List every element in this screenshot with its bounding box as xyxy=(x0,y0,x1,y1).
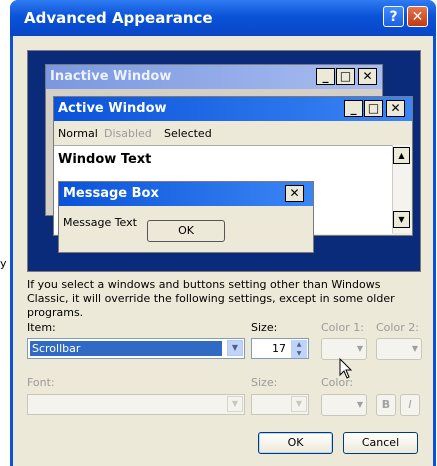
menu-selected: Selected xyxy=(164,127,212,140)
color1-picker[interactable]: ▼ xyxy=(321,338,367,360)
item-dropdown[interactable]: Scrollbar ▼ xyxy=(27,338,245,359)
window-text: Window Text xyxy=(58,152,152,167)
color2-label: Color 2: xyxy=(376,321,419,334)
message-box-title: Message Box xyxy=(59,182,313,206)
font-size-label: Size: xyxy=(251,376,278,389)
active-minimize-icon: _ xyxy=(344,100,363,117)
dialog-title: Advanced Appearance xyxy=(24,9,213,27)
font-label: Font: xyxy=(27,376,55,389)
inactive-minimize-icon: _ xyxy=(316,68,335,85)
size-spinner[interactable]: 17 ▲ ▼ xyxy=(251,338,309,359)
font-color-picker[interactable]: ▼ xyxy=(321,394,367,416)
font-dropdown[interactable]: ▼ xyxy=(27,394,245,415)
advanced-appearance-dialog: Advanced Appearance ? ✕ Inactive Window … xyxy=(10,0,436,466)
bold-button[interactable]: B xyxy=(376,394,396,416)
preview-scrollbar[interactable]: ▲ ▼ xyxy=(392,145,411,233)
color2-picker[interactable]: ▼ xyxy=(376,338,422,360)
menu-normal: Normal xyxy=(58,127,98,140)
dialog-titlebar[interactable]: Advanced Appearance ? ✕ xyxy=(10,0,436,36)
italic-button[interactable]: I xyxy=(400,394,420,416)
size-label: Size: xyxy=(251,321,278,334)
active-close-icon: ✕ xyxy=(386,100,405,117)
font-size-dropdown[interactable]: ▼ xyxy=(251,394,309,415)
font-size-arrow-icon[interactable]: ▼ xyxy=(291,396,307,412)
help-button[interactable]: ? xyxy=(383,6,404,27)
scroll-down-icon: ▼ xyxy=(393,211,410,228)
item-dropdown-arrow-icon[interactable]: ▼ xyxy=(227,340,243,356)
ok-button[interactable]: OK xyxy=(258,432,333,454)
item-label: Item: xyxy=(27,321,56,334)
scroll-up-icon: ▲ xyxy=(393,147,410,164)
color1-label: Color 1: xyxy=(321,321,364,334)
message-box-ok-button[interactable]: OK xyxy=(147,220,225,242)
message-box-preview[interactable]: Message Box ✕ Message Text OK xyxy=(58,181,314,253)
font-dropdown-arrow-icon[interactable]: ▼ xyxy=(227,396,243,412)
inactive-maximize-icon: □ xyxy=(336,68,355,85)
close-button[interactable]: ✕ xyxy=(407,6,428,27)
color2-arrow-icon: ▼ xyxy=(411,344,418,353)
message-text: Message Text xyxy=(63,216,137,229)
spinner-up-icon[interactable]: ▲ xyxy=(291,340,307,349)
dialog-client-area: Inactive Window _ □ ✕ Active Window _ □ … xyxy=(13,36,433,466)
background-text: y xyxy=(0,257,7,270)
item-selected-value: Scrollbar xyxy=(30,341,222,356)
help-icon: ? xyxy=(389,9,398,25)
menu-disabled: Disabled xyxy=(104,127,152,140)
font-color-arrow-icon: ▼ xyxy=(356,400,363,409)
cancel-button[interactable]: Cancel xyxy=(343,432,418,454)
appearance-preview[interactable]: Inactive Window _ □ ✕ Active Window _ □ … xyxy=(27,50,421,272)
size-value: 17 xyxy=(272,342,286,355)
font-color-label: Color: xyxy=(321,376,354,389)
info-text: If you select a windows and buttons sett… xyxy=(27,278,395,319)
active-maximize-icon: □ xyxy=(364,100,383,117)
close-icon: ✕ xyxy=(411,9,424,25)
inactive-close-icon: ✕ xyxy=(358,68,377,85)
message-box-close-icon: ✕ xyxy=(285,185,304,202)
spinner-down-icon[interactable]: ▼ xyxy=(291,349,307,358)
color1-arrow-icon: ▼ xyxy=(356,344,363,353)
